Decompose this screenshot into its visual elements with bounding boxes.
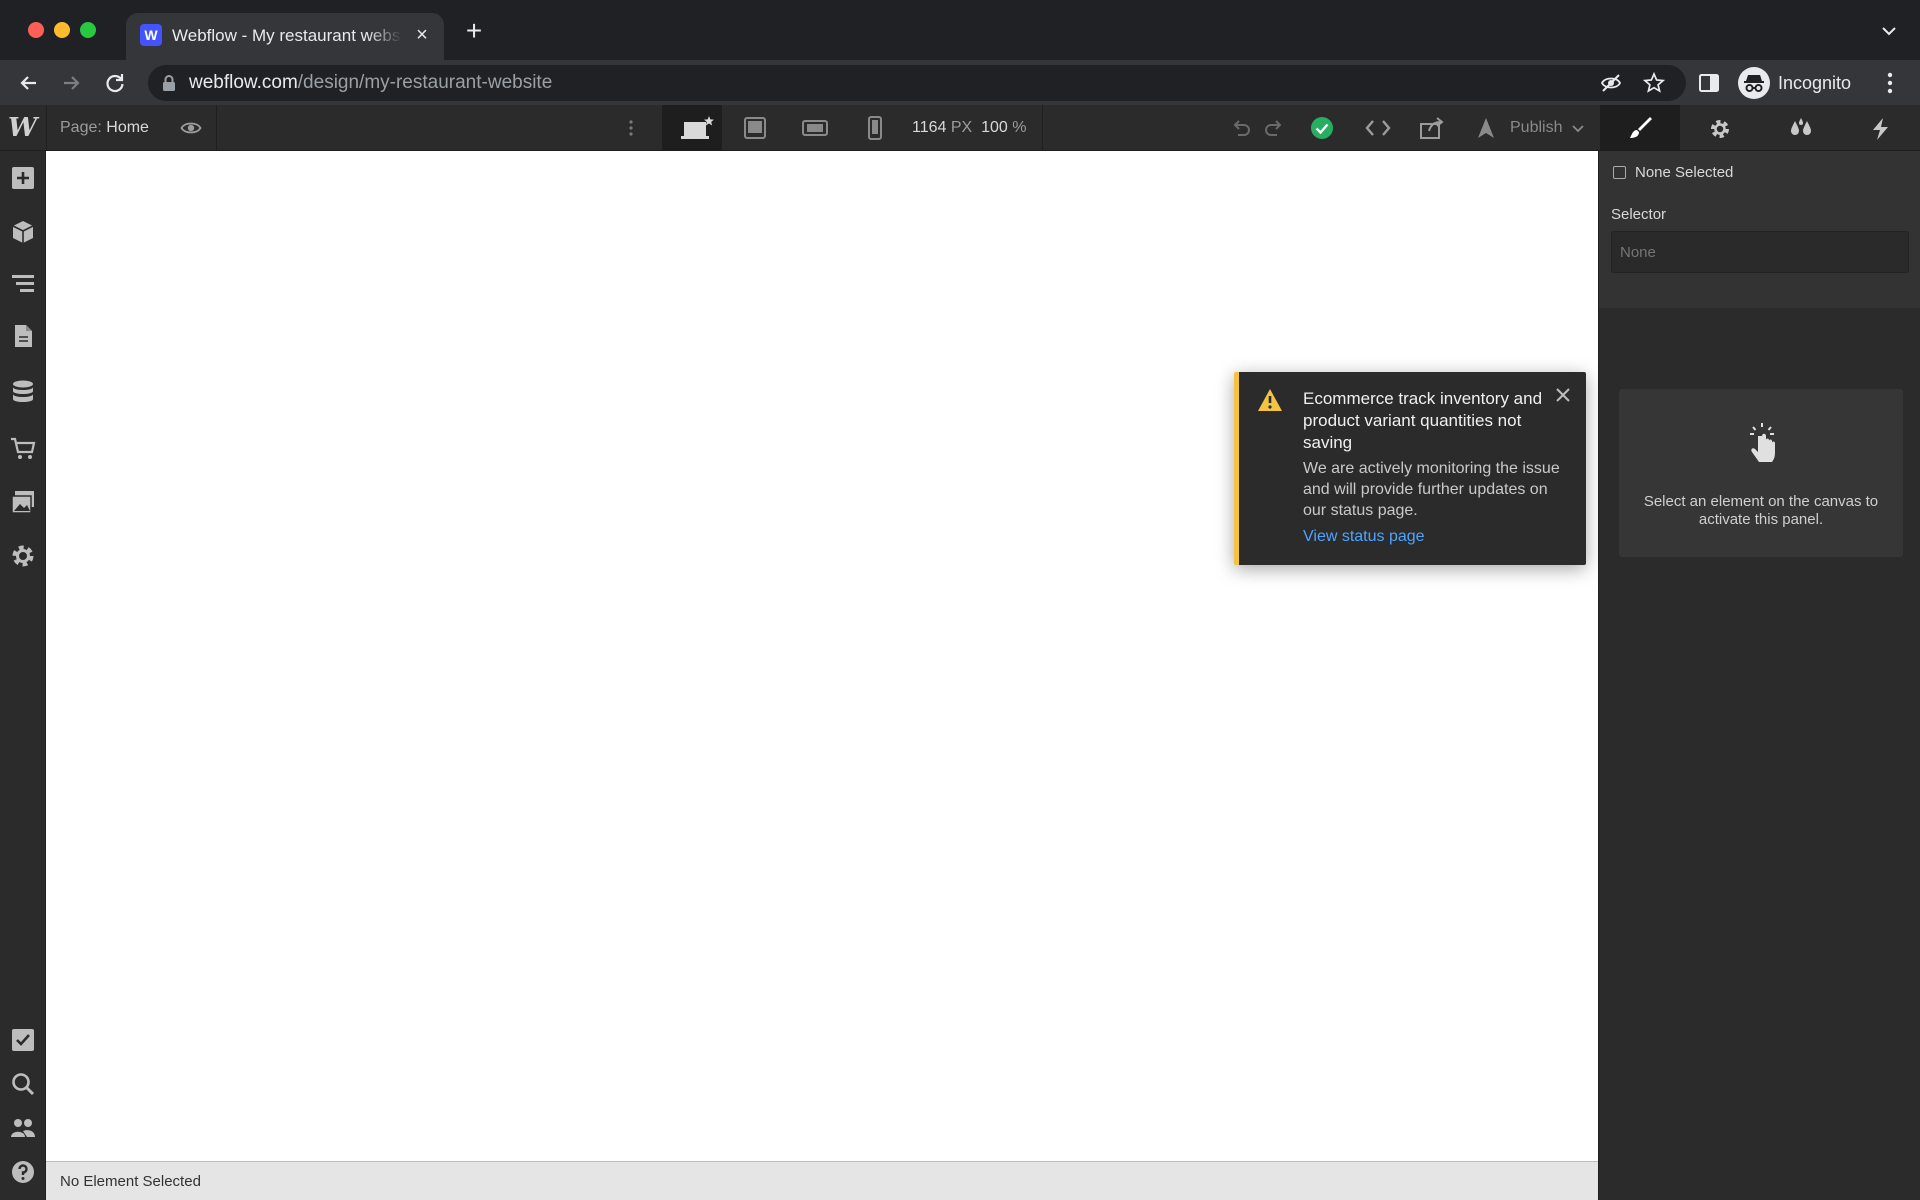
none-selected-checkbox[interactable] — [1613, 166, 1626, 179]
breakpoint-mobile-portrait-button[interactable] — [842, 105, 902, 151]
tab-style[interactable] — [1600, 105, 1680, 151]
address-bar[interactable]: webflow.com/design/my-restaurant-website — [148, 65, 1686, 101]
new-tab-button[interactable]: + — [460, 17, 488, 46]
tab-title: Webflow - My restaurant website — [172, 26, 402, 45]
settings-icon[interactable] — [10, 543, 36, 569]
tab-search-chevron-icon[interactable] — [1878, 20, 1900, 42]
share-icon[interactable] — [1419, 116, 1444, 140]
pointer-hand-icon — [1744, 422, 1778, 464]
canvas-status-bar: No Element Selected — [46, 1161, 1598, 1200]
url-text: webflow.com/design/my-restaurant-website — [189, 72, 553, 93]
incognito-icon — [1738, 67, 1770, 99]
side-panel-icon[interactable] — [1697, 71, 1721, 95]
style-brush-icon — [1630, 117, 1652, 138]
eye-slash-icon[interactable] — [1600, 72, 1622, 94]
undo-icon[interactable] — [1229, 116, 1253, 140]
ecommerce-icon[interactable] — [10, 435, 36, 461]
notification-title: Ecommerce track inventory and product va… — [1303, 389, 1543, 452]
forward-arrow-icon[interactable] — [56, 68, 86, 98]
desktop-star-icon — [681, 116, 714, 139]
assets-icon[interactable] — [10, 489, 36, 515]
publish-label: Publish — [1510, 119, 1563, 136]
browser-menu-icon[interactable] — [1880, 70, 1900, 96]
browser-tab-active[interactable]: W Webflow - My restaurant website × — [126, 13, 444, 60]
cms-icon[interactable] — [10, 379, 36, 405]
tab-style-manager[interactable] — [1760, 105, 1840, 151]
add-icon[interactable] — [10, 165, 36, 191]
mobile-portrait-icon — [868, 116, 882, 140]
webflow-logo[interactable]: W — [8, 115, 38, 141]
more-options-icon[interactable] — [624, 117, 638, 139]
pages-icon[interactable] — [10, 323, 36, 349]
breakpoint-tablet-button[interactable] — [722, 105, 782, 151]
selector-section: None Selected Selector — [1599, 151, 1920, 308]
status-notification: Ecommerce track inventory and product va… — [1234, 372, 1586, 565]
help-icon[interactable] — [10, 1159, 36, 1185]
window-zoom-button[interactable] — [80, 22, 96, 38]
bookmark-star-icon[interactable] — [1642, 71, 1666, 94]
browser-toolbar: webflow.com/design/my-restaurant-website… — [0, 60, 1920, 105]
page-switcher[interactable]: Page: Home — [60, 119, 149, 137]
selector-input[interactable] — [1611, 231, 1909, 273]
reload-icon[interactable] — [100, 68, 130, 98]
tab-close-icon[interactable]: × — [410, 23, 434, 47]
chevron-down-icon — [1572, 125, 1584, 133]
tab-interactions[interactable] — [1840, 105, 1920, 151]
designer-topbar: W Page: Home 1164 PX 100 % Publish — [0, 105, 1920, 151]
panel-tabs — [1600, 105, 1920, 151]
element-settings-icon — [1711, 120, 1729, 138]
view-status-page-link[interactable]: View status page — [1303, 528, 1425, 546]
window-close-button[interactable] — [28, 22, 44, 38]
style-manager-icon — [1791, 118, 1811, 135]
warning-icon — [1257, 388, 1283, 412]
breakpoint-mobile-landscape-button[interactable] — [782, 105, 842, 151]
redo-icon[interactable] — [1262, 116, 1286, 140]
publish-button[interactable]: Publish — [1470, 111, 1588, 145]
preview-eye-icon[interactable] — [180, 117, 202, 139]
selector-label: Selector — [1611, 206, 1667, 223]
browser-tab-bar: W Webflow - My restaurant website × + — [0, 0, 1920, 60]
interactions-icon — [1873, 118, 1888, 140]
tab-element-settings[interactable] — [1680, 105, 1760, 151]
rocket-icon — [1478, 118, 1494, 138]
canvas-size-readout[interactable]: 1164 PX 100 % — [912, 119, 1026, 137]
notification-body: We are actively monitoring the issue and… — [1303, 460, 1560, 519]
back-arrow-icon[interactable] — [14, 68, 44, 98]
mobile-landscape-icon — [802, 120, 828, 136]
webflow-favicon-icon: W — [140, 24, 162, 46]
style-panel: None Selected Selector Select an element… — [1598, 151, 1920, 1200]
empty-panel-message: Select an element on the canvas to activ… — [1619, 389, 1903, 557]
empty-panel-text: Select an element on the canvas to activ… — [1643, 493, 1879, 528]
divider — [1042, 105, 1043, 151]
none-selected-label: None Selected — [1635, 164, 1734, 181]
navigator-icon[interactable] — [10, 271, 36, 297]
incognito-label: Incognito — [1778, 73, 1852, 93]
search-icon[interactable] — [10, 1071, 36, 1097]
design-canvas[interactable] — [46, 151, 1598, 1161]
divider — [46, 105, 47, 151]
breakpoint-desktop-button[interactable] — [662, 105, 722, 151]
left-toolbar — [0, 151, 46, 1200]
code-export-icon[interactable] — [1364, 116, 1391, 140]
users-icon[interactable] — [10, 1115, 36, 1141]
saved-check-icon[interactable] — [1310, 116, 1334, 140]
lock-icon — [162, 74, 176, 92]
audit-check-icon[interactable] — [10, 1027, 36, 1053]
status-text: No Element Selected — [60, 1173, 201, 1190]
window-minimize-button[interactable] — [54, 22, 70, 38]
tablet-icon — [744, 117, 766, 139]
components-icon[interactable] — [10, 219, 36, 245]
divider — [216, 105, 217, 151]
